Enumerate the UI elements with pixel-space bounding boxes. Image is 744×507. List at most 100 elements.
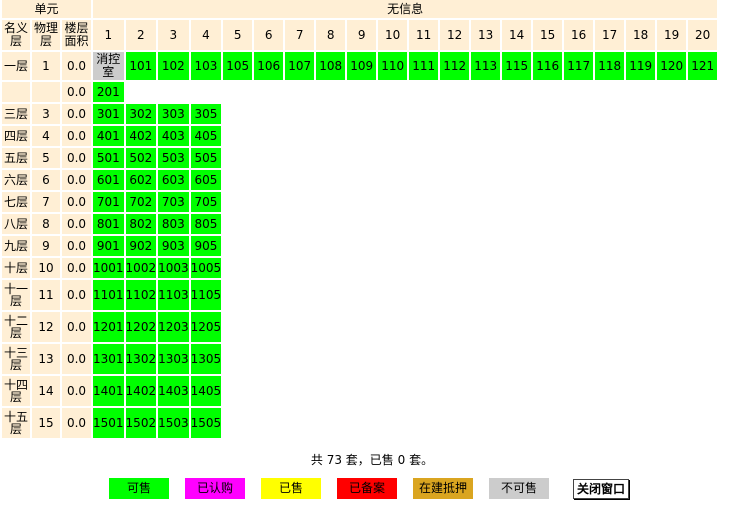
room-cell[interactable]: 1403 xyxy=(158,376,189,406)
room-cell[interactable]: 120 xyxy=(657,52,687,80)
empty-cell xyxy=(223,408,718,438)
floor-area-cell: 0.0 xyxy=(62,170,91,190)
floor-row: 十四层 14 0.0 1401 1402 1403 1405 xyxy=(2,376,718,406)
room-cell[interactable]: 121 xyxy=(688,52,718,80)
physical-floor-cell: 6 xyxy=(32,170,60,190)
room-cell[interactable]: 1301 xyxy=(93,344,124,374)
room-cell[interactable]: 1205 xyxy=(190,312,222,342)
room-cell[interactable]: 803 xyxy=(158,214,189,234)
room-cell[interactable]: 1401 xyxy=(93,376,124,406)
room-cell[interactable]: 1202 xyxy=(125,312,157,342)
empty-cell xyxy=(223,236,718,256)
room-cell[interactable]: 1103 xyxy=(158,280,189,310)
floor-area-cell: 0.0 xyxy=(62,236,91,256)
room-cell[interactable]: 1203 xyxy=(158,312,189,342)
room-cell[interactable]: 402 xyxy=(125,126,157,146)
room-cell[interactable]: 1101 xyxy=(93,280,124,310)
floor-area-cell: 0.0 xyxy=(62,408,91,438)
room-cell[interactable]: 1305 xyxy=(190,344,222,374)
room-cell[interactable]: 1502 xyxy=(125,408,157,438)
room-cell[interactable]: 201 xyxy=(93,82,124,102)
room-cell[interactable]: 705 xyxy=(190,192,222,212)
room-cell[interactable]: 602 xyxy=(125,170,157,190)
room-cell[interactable]: 905 xyxy=(190,236,222,256)
room-cell[interactable]: 403 xyxy=(158,126,189,146)
room-cell[interactable]: 1402 xyxy=(125,376,157,406)
room-cell[interactable]: 901 xyxy=(93,236,124,256)
room-cell[interactable]: 503 xyxy=(158,148,189,168)
room-cell[interactable]: 1505 xyxy=(190,408,222,438)
room-cell[interactable]: 111 xyxy=(409,52,439,80)
room-cell[interactable]: 115 xyxy=(502,52,532,80)
room-cell[interactable]: 1001 xyxy=(93,258,124,278)
floor-area-cell: 0.0 xyxy=(62,82,91,102)
room-cell[interactable]: 113 xyxy=(471,52,501,80)
room-cell[interactable]: 802 xyxy=(125,214,157,234)
room-cell[interactable]: 603 xyxy=(158,170,189,190)
room-cell[interactable]: 303 xyxy=(158,104,189,124)
room-cell[interactable]: 1201 xyxy=(93,312,124,342)
room-cell[interactable]: 505 xyxy=(190,148,222,168)
room-cell[interactable]: 703 xyxy=(158,192,189,212)
column-header: 15 xyxy=(533,20,563,50)
floor-row: 三层 3 0.0 301 302 303 305 xyxy=(2,104,718,124)
room-cell[interactable]: 903 xyxy=(158,236,189,256)
room-cell[interactable]: 1002 xyxy=(125,258,157,278)
room-cell[interactable]: 1003 xyxy=(158,258,189,278)
room-cell[interactable]: 1405 xyxy=(190,376,222,406)
physical-floor-cell: 15 xyxy=(32,408,60,438)
room-cell[interactable]: 1102 xyxy=(125,280,157,310)
room-cell[interactable]: 605 xyxy=(190,170,222,190)
close-window-button[interactable]: 关闭窗口 xyxy=(573,479,629,499)
floor-area-cell: 0.0 xyxy=(62,126,91,146)
room-cell[interactable]: 1303 xyxy=(158,344,189,374)
room-cell[interactable]: 112 xyxy=(440,52,470,80)
room-cell[interactable]: 501 xyxy=(93,148,124,168)
room-cell[interactable]: 401 xyxy=(93,126,124,146)
room-cell[interactable]: 601 xyxy=(93,170,124,190)
room-cell[interactable]: 108 xyxy=(316,52,346,80)
room-cell[interactable]: 502 xyxy=(125,148,157,168)
room-cell[interactable]: 305 xyxy=(190,104,222,124)
room-cell[interactable]: 105 xyxy=(223,52,253,80)
floor-row: 十三层 13 0.0 1301 1302 1303 1305 xyxy=(2,344,718,374)
room-cell[interactable]: 109 xyxy=(347,52,377,80)
room-cell[interactable]: 1105 xyxy=(190,280,222,310)
room-cell[interactable]: 消控室 xyxy=(93,52,124,80)
room-cell[interactable]: 902 xyxy=(125,236,157,256)
room-cell[interactable]: 1503 xyxy=(158,408,189,438)
legend-item: 在建抵押 xyxy=(413,478,473,499)
column-header: 7 xyxy=(285,20,315,50)
room-cell[interactable]: 116 xyxy=(533,52,563,80)
empty-cell xyxy=(223,344,718,374)
room-cell[interactable]: 101 xyxy=(125,52,157,80)
room-cell[interactable]: 405 xyxy=(190,126,222,146)
room-cell[interactable]: 702 xyxy=(125,192,157,212)
room-cell[interactable]: 106 xyxy=(254,52,284,80)
room-cell[interactable]: 119 xyxy=(626,52,656,80)
floor-plan-table: 单元 无信息 名义层 物理层 楼层面积 1 2 3 4 5 6 7 8 9 10 11 12 13 14 1… xyxy=(0,0,719,440)
room-cell[interactable]: 118 xyxy=(595,52,625,80)
room-cell[interactable]: 701 xyxy=(93,192,124,212)
floor-area-cell: 0.0 xyxy=(62,214,91,234)
room-cell[interactable]: 1302 xyxy=(125,344,157,374)
nominal-floor-cell: 十五层 xyxy=(2,408,30,438)
room-cell[interactable]: 302 xyxy=(125,104,157,124)
room-cell[interactable]: 801 xyxy=(93,214,124,234)
building-header: 无信息 xyxy=(93,0,718,18)
room-cell[interactable]: 1005 xyxy=(190,258,222,278)
column-header: 18 xyxy=(626,20,656,50)
nominal-floor-cell: 十层 xyxy=(2,258,30,278)
physical-floor-cell: 3 xyxy=(32,104,60,124)
room-cell[interactable]: 805 xyxy=(190,214,222,234)
room-cell[interactable]: 102 xyxy=(158,52,189,80)
room-cell[interactable]: 110 xyxy=(378,52,408,80)
room-cell[interactable]: 301 xyxy=(93,104,124,124)
column-header: 6 xyxy=(254,20,284,50)
room-cell[interactable]: 107 xyxy=(285,52,315,80)
room-cell[interactable]: 103 xyxy=(190,52,222,80)
nominal-floor-cell: 七层 xyxy=(2,192,30,212)
room-cell[interactable]: 1501 xyxy=(93,408,124,438)
room-cell[interactable]: 117 xyxy=(564,52,594,80)
col-nominal-floor: 名义层 xyxy=(2,20,30,50)
